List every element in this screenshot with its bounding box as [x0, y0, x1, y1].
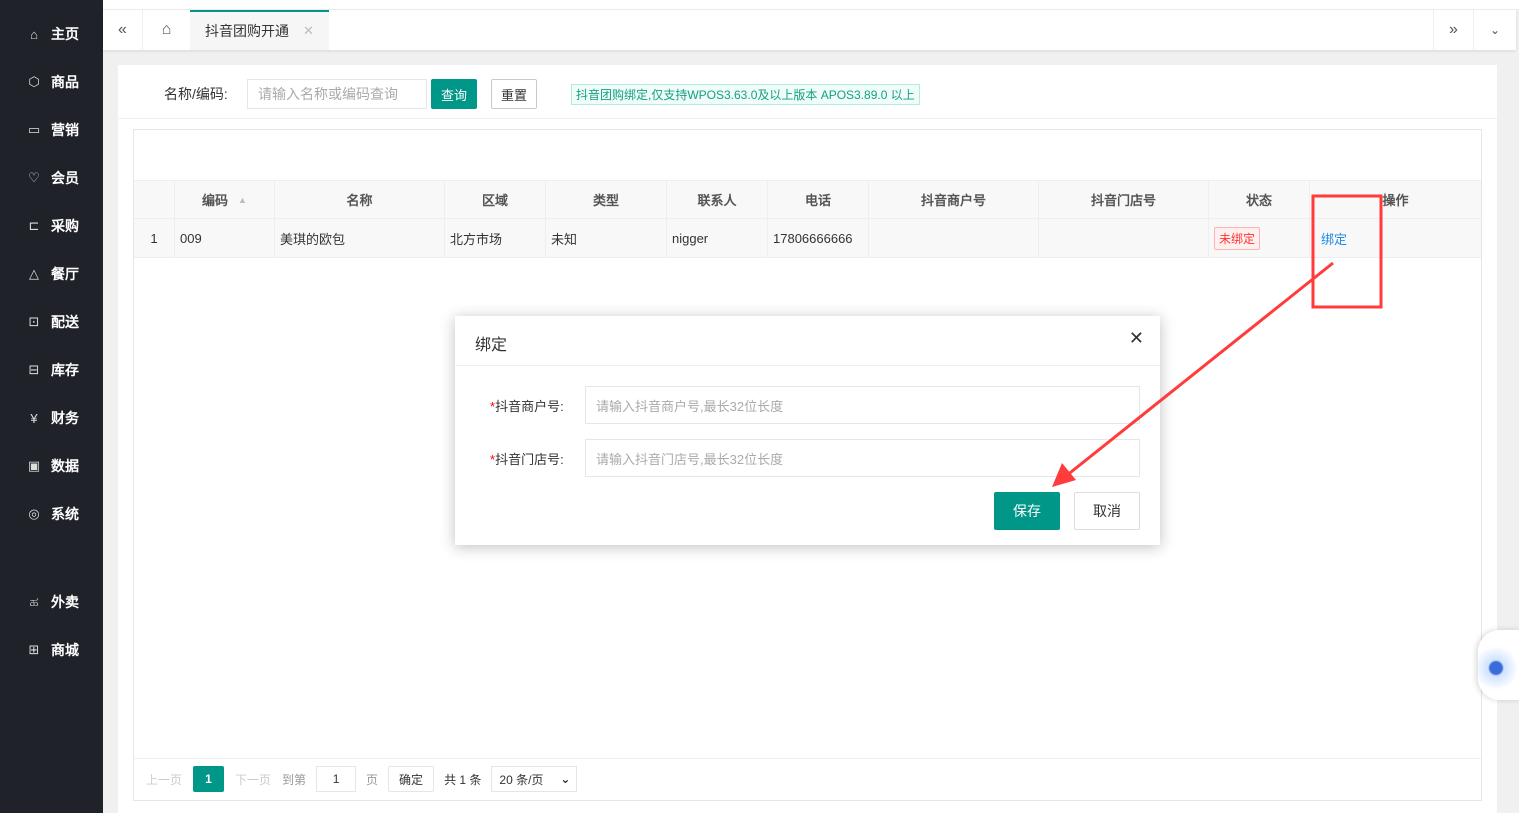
annotation-arrow-line — [1065, 261, 1334, 478]
annotation-overlay — [1052, 194, 1383, 487]
annotation-arrow-head — [1052, 463, 1076, 487]
annotation-highlight-box — [1311, 194, 1383, 309]
assistant-robot-icon[interactable] — [1478, 630, 1519, 700]
